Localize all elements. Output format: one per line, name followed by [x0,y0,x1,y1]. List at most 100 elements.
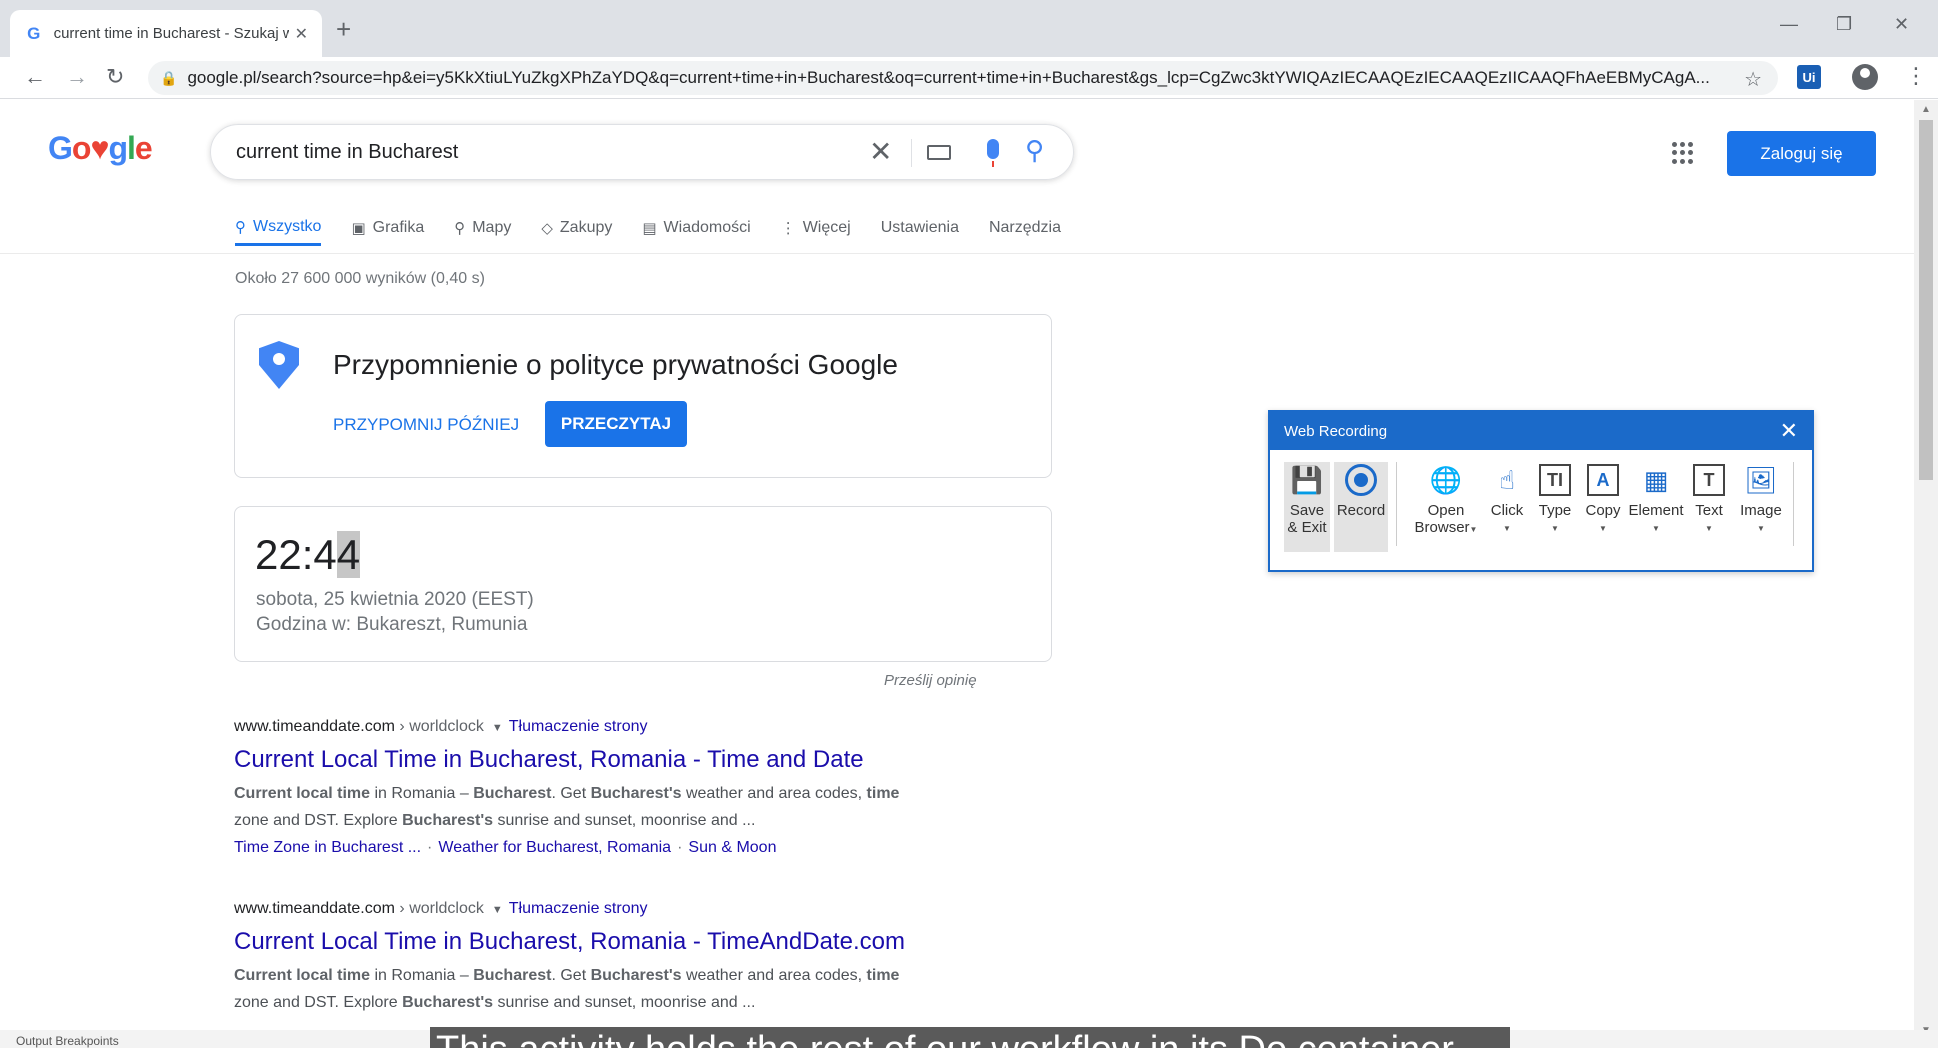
dropdown-caret-icon[interactable]: ▼ [492,722,503,734]
keyboard-icon[interactable] [927,145,951,160]
result-stats: Około 27 600 000 wyników (0,40 s) [235,270,485,287]
browser-menu-icon[interactable]: ⋮ [1905,63,1927,89]
sitelink[interactable]: Time Zone in Bucharest ... [234,839,421,856]
tool-label: Image [1740,502,1782,519]
uipath-extension-icon[interactable]: Ui [1797,65,1821,89]
type-button[interactable]: TI Type ▼ [1531,462,1579,552]
result-title-link[interactable]: Current Local Time in Bucharest, Romania… [234,928,994,956]
snippet-bold: time [866,967,900,984]
result-cite: www.timeanddate.com › worldclock ▼ Tłumacz… [234,900,994,918]
result-title-link[interactable]: Current Local Time in Bucharest, Romania… [234,746,994,774]
text-button[interactable]: T Text ▼ [1685,462,1733,552]
snippet-bold: Current local time [234,967,371,984]
chevron-down-icon[interactable]: ▼ [1503,520,1511,537]
chevron-down-icon[interactable]: ▼ [1652,520,1660,537]
result-domain: www.timeanddate.com [234,900,395,917]
search-result: www.timeanddate.com › worldclock ▼ Tłumacz… [234,718,994,861]
read-button[interactable]: PRZECZYTAJ [545,401,687,447]
back-button[interactable]: ← [24,65,46,89]
result-cite: www.timeanddate.com › worldclock ▼ Tłumacz… [234,718,994,736]
tab-tools[interactable]: Narzędzia [989,210,1061,246]
tool-label: Save [1289,502,1325,519]
scrollbar-thumb[interactable] [1919,120,1933,480]
tabs-divider [0,253,1914,254]
chevron-down-icon[interactable]: ▼ [1757,520,1765,537]
time-place: Godzina w: Bukareszt, Rumunia [256,614,528,635]
snippet-text: weather and area codes, [681,785,867,802]
restore-icon[interactable]: ❐ [1836,14,1852,35]
snippet-bold: Bucharest's [590,967,682,984]
tab-close-icon[interactable]: ✕ [295,24,308,44]
sitelink[interactable]: Sun & Moon [688,839,776,856]
record-button[interactable]: Record [1334,462,1388,552]
window-close-icon[interactable]: ✕ [1894,14,1909,35]
reload-button[interactable]: ↻ [106,65,124,89]
sitelink[interactable]: Weather for Bucharest, Romania [438,839,671,856]
open-browser-button[interactable]: 🌐 Open Browser▼ [1409,462,1483,552]
snippet-bold: Bucharest's [590,785,682,802]
tab-images[interactable]: ▣ Grafika [351,210,424,246]
snippet-text: weather and area codes, [681,967,867,984]
bookmark-star-icon[interactable]: ☆ [1744,67,1762,92]
video-caption: This activity holds the rest of our work… [430,1027,1510,1048]
google-apps-icon[interactable] [1672,142,1694,164]
tab-label: Zakupy [559,219,613,236]
address-bar[interactable]: 🔒 google.pl/search?source=hp&ei=y5KkXtiu… [148,61,1778,95]
browser-tab[interactable]: G current time in Bucharest - Szukaj w G… [10,10,322,57]
tool-label: Element [1628,502,1684,519]
page-scrollbar[interactable]: ▲ ▼ [1914,100,1938,1040]
news-icon: ▤ [642,220,657,237]
snippet-text: zone and DST. Explore [234,812,403,829]
tab-shopping[interactable]: ◇ Zakupy [541,210,612,246]
dropdown-caret-icon[interactable]: ▼ [492,904,503,916]
chevron-down-icon[interactable]: ▼ [1599,520,1607,537]
copy-button[interactable]: A Copy ▼ [1579,462,1627,552]
new-tab-button[interactable]: + [336,16,351,42]
bottom-panel-tabs[interactable]: Output Breakpoints [16,1034,119,1048]
tab-maps[interactable]: ⚲ Mapy [454,210,511,246]
result-breadcrumb: › worldclock [394,718,484,735]
toolbar-separator [1396,462,1397,546]
chevron-down-icon[interactable]: ▼ [1705,520,1713,537]
tab-label: Mapy [472,219,512,236]
microphone-icon[interactable] [987,139,999,167]
click-button[interactable]: ☝ Click ▼ [1483,462,1531,552]
lock-icon[interactable]: 🔒 [160,70,177,87]
search-box[interactable]: current time in Bucharest ✕ ⚲ [210,124,1074,180]
time-text: 22:4 [255,531,337,578]
tab-news[interactable]: ▤ Wiadomości [642,210,750,246]
tab-all[interactable]: ⚲ Wszystko [235,210,322,246]
snippet-text: in Romania – [370,785,474,802]
search-input[interactable]: current time in Bucharest [236,141,458,164]
google-favicon-icon: G [27,23,41,43]
search-icon[interactable]: ⚲ [1025,135,1044,166]
image-icon: 🖼 [1744,464,1778,495]
tab-more[interactable]: ⋮ Więcej [781,210,851,246]
google-logo[interactable]: Go♥gle [48,130,153,167]
tab-settings[interactable]: Ustawienia [881,210,959,246]
chevron-down-icon[interactable]: ▼ [1551,520,1559,537]
remind-later-link[interactable]: PRZYPOMNIJ PÓŹNIEJ [333,415,519,435]
account-icon[interactable] [1852,64,1878,90]
translate-link[interactable]: Tłumaczenie strony [509,718,648,735]
close-icon[interactable]: ✕ [1780,418,1798,444]
time-answer-card: 22:44 sobota, 25 kwietnia 2020 (EEST) Go… [234,506,1052,662]
time-date: sobota, 25 kwietnia 2020 (EEST) [256,589,534,610]
save-icon: 💾 [1290,464,1324,495]
snippet-bold: Bucharest [473,967,552,984]
shield-icon [259,341,299,389]
save-exit-button[interactable]: 💾 Save & Exit [1284,462,1330,552]
snippet-bold: time [866,785,900,802]
scroll-up-icon[interactable]: ▲ [1921,104,1931,115]
snippet-text: . Get [551,967,591,984]
sign-in-button[interactable]: Zaloguj się [1727,131,1876,176]
element-button[interactable]: ▦ Element ▼ [1627,462,1685,552]
search-icon: ⚲ [235,218,246,236]
translate-link[interactable]: Tłumaczenie strony [509,900,648,917]
clear-search-icon[interactable]: ✕ [869,135,892,169]
minimize-icon[interactable]: — [1780,14,1798,35]
text-icon: T [1691,462,1727,498]
forward-button[interactable]: → [66,65,88,89]
image-button[interactable]: 🖼 Image ▼ [1733,462,1789,552]
feedback-link[interactable]: Prześlij opinię [884,672,977,689]
